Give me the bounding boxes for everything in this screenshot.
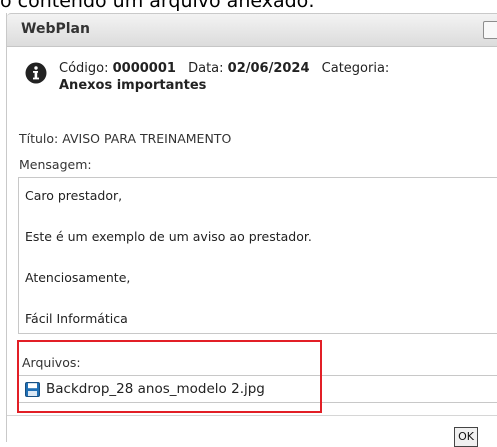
codigo-label: Código: bbox=[59, 61, 109, 76]
notice-dialog: WebPlan Código: 0000001 Data: 02/06/2024… bbox=[6, 13, 497, 447]
data-value: 02/06/2024 bbox=[227, 61, 310, 76]
arquivos-label: Arquivos: bbox=[22, 355, 81, 370]
categoria-value: Anexos importantes bbox=[59, 78, 207, 93]
codigo-value: 0000001 bbox=[112, 61, 176, 76]
dialog-titlebar: WebPlan bbox=[7, 13, 497, 47]
notice-title: Título: AVISO PARA TREINAMENTO bbox=[19, 131, 232, 146]
ok-button[interactable]: OK bbox=[454, 427, 478, 447]
footer-divider bbox=[7, 415, 497, 416]
floppy-disk-icon bbox=[25, 382, 40, 397]
maximize-button[interactable] bbox=[483, 21, 497, 39]
attachment-item[interactable]: Backdrop_28 anos_modelo 2.jpg bbox=[18, 375, 497, 403]
notice-meta: Código: 0000001 Data: 02/06/2024 Categor… bbox=[59, 60, 389, 94]
message-line: Fácil Informática bbox=[25, 311, 128, 326]
message-line: Atenciosamente, bbox=[25, 270, 131, 285]
message-textarea[interactable]: Caro prestador, Este é um exemplo de um … bbox=[18, 177, 497, 334]
attachment-link[interactable]: Backdrop_28 anos_modelo 2.jpg bbox=[46, 381, 265, 397]
mensagem-label: Mensagem: bbox=[19, 157, 92, 172]
message-line: Este é um exemplo de um aviso ao prestad… bbox=[25, 229, 312, 244]
page-caption: o contendo um arquivo anexado: bbox=[0, 0, 315, 12]
data-label: Data: bbox=[188, 61, 224, 76]
info-icon bbox=[25, 62, 47, 84]
dialog-title: WebPlan bbox=[21, 21, 90, 37]
categoria-label: Categoria: bbox=[321, 61, 390, 76]
message-line: Caro prestador, bbox=[25, 188, 123, 203]
